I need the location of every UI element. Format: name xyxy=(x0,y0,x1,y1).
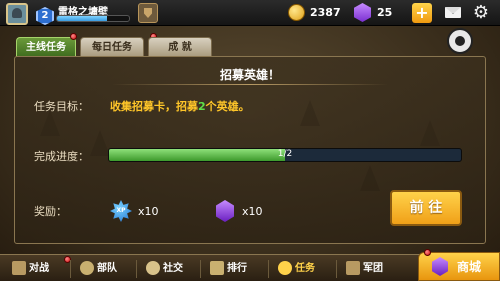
settings-gear-icon[interactable]: ⚙ xyxy=(472,4,490,22)
tab-daily-quest[interactable]: 每日任务 xyxy=(80,37,144,57)
notification-dot xyxy=(424,249,431,256)
nav-item-quest[interactable]: 任务 xyxy=(278,257,315,281)
notification-dot xyxy=(70,33,77,40)
progress-text: 1/2 xyxy=(277,149,293,159)
xp-star-icon: XP xyxy=(110,200,132,222)
xp-bar-fill xyxy=(57,16,108,21)
mail-icon[interactable] xyxy=(445,7,461,18)
nav-item-legion[interactable]: 军团 xyxy=(346,257,383,281)
shield-button[interactable] xyxy=(138,3,158,23)
nav-item-troops[interactable]: 部队 xyxy=(80,257,117,281)
add-currency-button[interactable]: + xyxy=(412,3,432,23)
side-menu-button[interactable] xyxy=(447,28,473,54)
legion-icon xyxy=(346,261,360,275)
nav-divider xyxy=(336,260,337,278)
player-avatar[interactable] xyxy=(6,3,28,25)
tab-main-quest[interactable]: 主线任务 xyxy=(16,37,76,57)
nav-item-label: 社交 xyxy=(163,263,183,274)
progress-label: 完成进度： xyxy=(34,150,89,163)
nav-item-social[interactable]: 社交 xyxy=(146,257,183,281)
gem-value: 25 xyxy=(377,6,393,19)
nav-item-battle[interactable]: 对战 xyxy=(12,257,49,281)
nav-item-shop[interactable]: 商城 xyxy=(418,252,500,281)
goal-text-suffix: 个英雄。 xyxy=(205,100,250,113)
gold-value: 2387 xyxy=(310,6,341,19)
reward-label: 奖励： xyxy=(34,205,67,218)
ranking-icon xyxy=(210,261,224,275)
quest-title: 招募英雄！ xyxy=(219,68,280,82)
nav-item-label: 部队 xyxy=(97,263,117,274)
nav-item-label: 排行 xyxy=(227,263,247,274)
go-button[interactable]: 前 往 xyxy=(390,190,462,226)
title-divider xyxy=(112,84,388,85)
nav-item-ranking[interactable]: 排行 xyxy=(210,257,247,281)
gem-reward-value: x10 xyxy=(242,205,263,218)
nav-divider xyxy=(70,260,71,278)
goal-label: 任务目标： xyxy=(34,100,89,113)
goal-text-prefix: 收集招募卡，招募 xyxy=(110,100,198,113)
quest-icon xyxy=(278,261,292,275)
social-icon xyxy=(146,261,160,275)
gold-coin-icon xyxy=(288,4,305,21)
xp-bar xyxy=(56,15,130,22)
nav-item-label: 军团 xyxy=(363,263,383,274)
nav-divider xyxy=(268,260,269,278)
nav-divider xyxy=(136,260,137,278)
troops-icon xyxy=(80,261,94,275)
swords-icon xyxy=(12,261,26,275)
tab-achievements[interactable]: 成 就 xyxy=(148,37,212,57)
goal-text: 收集招募卡，招募2个英雄。 xyxy=(110,98,250,114)
nav-item-label: 对战 xyxy=(29,263,49,274)
nav-item-label: 任务 xyxy=(295,263,315,274)
nav-divider xyxy=(200,260,201,278)
xp-reward-value: x10 xyxy=(138,205,159,218)
goal-count: 2 xyxy=(198,100,206,113)
